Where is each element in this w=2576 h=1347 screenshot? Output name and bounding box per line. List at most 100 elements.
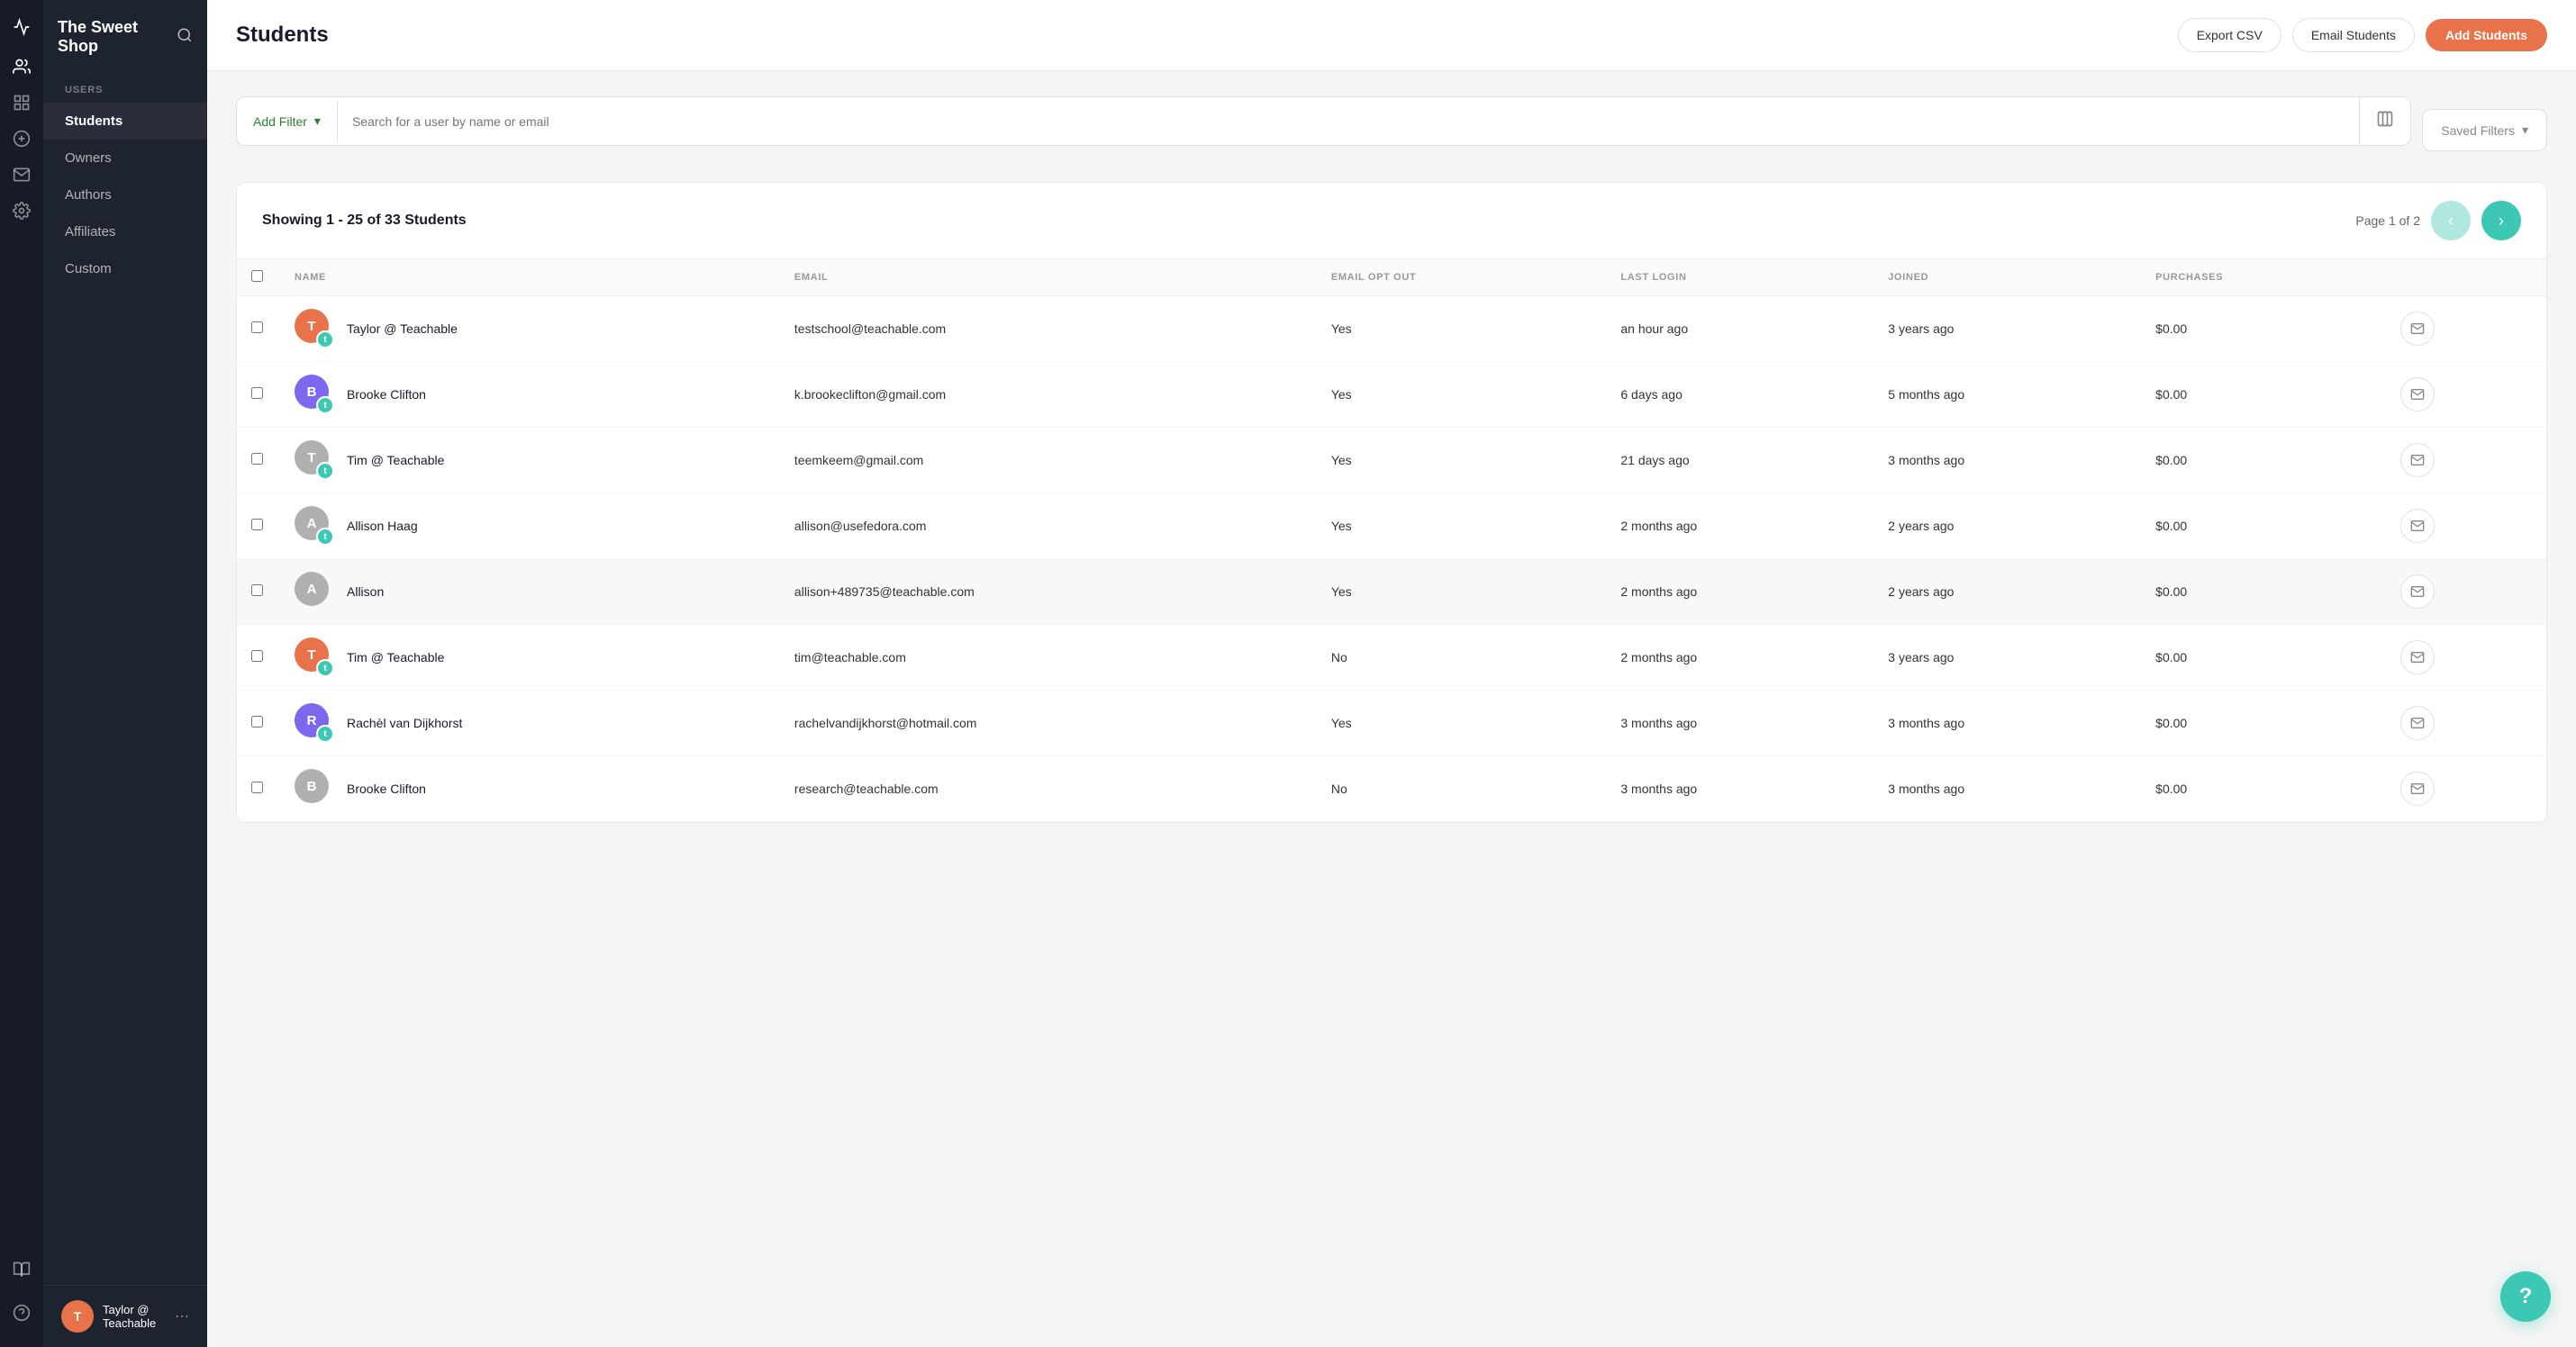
main-body: Add Filter ▾ Saved Filters ▾ Showing 1 -… [207,71,2576,1347]
students-table-container: Showing 1 - 25 of 33 Students Page 1 of … [236,182,2547,823]
saved-filters-button[interactable]: Saved Filters ▾ [2422,109,2547,151]
email-user-button[interactable] [2400,574,2435,609]
search-input[interactable] [352,114,2345,129]
email-user-button[interactable] [2400,509,2435,543]
user-name[interactable]: Brooke Clifton [347,387,426,402]
search-area [338,114,2359,129]
email-cell: testschool@teachable.com [780,296,1317,362]
avatar-image: B [295,769,329,803]
sidebar-icon-settings[interactable] [5,194,38,227]
sidebar-item-owners[interactable]: Owners [43,140,207,176]
avatar: Tt [295,637,334,677]
purchases-cell: $0.00 [2141,756,2386,822]
row-checkbox-cell [237,559,280,625]
user-name[interactable]: Tim @ Teachable [347,650,444,664]
students-table: NAME EMAIL EMAIL OPT OUT LAST LOGIN JOIN… [237,258,2546,822]
row-checkbox[interactable] [251,453,263,465]
sidebar-item-affiliates[interactable]: Affiliates [43,213,207,250]
help-button[interactable]: ? [2500,1271,2551,1322]
row-checkbox[interactable] [251,387,263,399]
name-cell: Tt Tim @ Teachable [280,625,780,691]
joined-cell: 2 years ago [1873,493,2141,559]
email-user-button[interactable] [2400,312,2435,346]
add-students-button[interactable]: Add Students [2426,19,2547,51]
joined-cell: 3 years ago [1873,296,2141,362]
avatar: Rt [295,703,334,743]
email-opt-out-cell: Yes [1317,691,1607,756]
col-name: NAME [280,259,780,296]
actions-cell [2386,296,2546,362]
user-name[interactable]: Allison Haag [347,519,418,533]
row-checkbox[interactable] [251,519,263,530]
sidebar-item-students[interactable]: Students [43,103,207,140]
pagination: Page 1 of 2 ‹ › [2355,201,2521,240]
sidebar-item-custom[interactable]: Custom [43,250,207,287]
row-checkbox-cell [237,756,280,822]
purchases-cell: $0.00 [2141,362,2386,428]
avatar-badge: t [316,330,334,348]
sidebar-icon-users[interactable] [5,50,38,83]
prev-page-button[interactable]: ‹ [2431,201,2471,240]
search-icon[interactable] [177,27,193,48]
export-csv-button[interactable]: Export CSV [2178,18,2281,52]
select-all-header [237,259,280,296]
last-login-cell: 3 months ago [1606,756,1873,822]
next-page-button[interactable]: › [2481,201,2521,240]
row-checkbox[interactable] [251,716,263,728]
email-user-button[interactable] [2400,377,2435,411]
columns-toggle-button[interactable] [2359,97,2410,145]
row-checkbox[interactable] [251,321,263,333]
chevron-down-icon: ▾ [314,113,321,129]
sidebar-right-panel: The Sweet Shop USERS Students Owners Aut… [43,0,207,1347]
add-filter-button[interactable]: Add Filter ▾ [237,101,338,141]
col-joined: JOINED [1873,259,2141,296]
sidebar-icon-help[interactable] [5,1297,38,1329]
user-name[interactable]: Brooke Clifton [347,782,426,796]
sidebar-item-authors[interactable]: Authors [43,176,207,213]
user-name[interactable]: Tim @ Teachable [347,453,444,467]
sidebar-icon-dashboard[interactable] [5,86,38,119]
email-user-button[interactable] [2400,640,2435,674]
name-cell: TtTaylor @ Teachable [280,296,780,362]
avatar: B [295,769,334,809]
col-email-opt-out: EMAIL OPT OUT [1317,259,1607,296]
email-user-button[interactable] [2400,772,2435,806]
email-cell: research@teachable.com [780,756,1317,822]
actions-cell [2386,559,2546,625]
avatar-badge: t [316,725,334,743]
header-actions: Export CSV Email Students Add Students [2178,18,2547,52]
row-checkbox[interactable] [251,650,263,662]
table-row: TtTim @ Teachabletim@teachable.comNo2 mo… [237,625,2546,691]
app-logo: The Sweet Shop [58,18,177,56]
sidebar-more-button[interactable]: ⋯ [175,1307,189,1325]
joined-cell: 2 years ago [1873,559,2141,625]
email-students-button[interactable]: Email Students [2292,18,2415,52]
user-name[interactable]: Allison [347,584,384,599]
sidebar-icon-activity[interactable] [5,11,38,43]
main-header: Students Export CSV Email Students Add S… [207,0,2576,71]
joined-cell: 3 months ago [1873,428,2141,493]
name-cell: AAllison [280,559,780,625]
avatar: At [295,506,334,546]
sidebar-icon-mail[interactable] [5,158,38,191]
joined-cell: 3 months ago [1873,756,2141,822]
name-cell: Rt Rachèl van Dijkhorst [280,691,780,756]
email-user-button[interactable] [2400,706,2435,740]
email-cell: tim@teachable.com [780,625,1317,691]
sidebar-icon-billing[interactable] [5,122,38,155]
last-login-cell: 2 months ago [1606,493,1873,559]
last-login-cell: an hour ago [1606,296,1873,362]
sidebar-icon-strip [0,0,43,1347]
user-name[interactable]: Rachèl van Dijkhorst [347,716,462,730]
email-user-button[interactable] [2400,443,2435,477]
select-all-checkbox[interactable] [251,270,263,282]
actions-cell [2386,625,2546,691]
row-checkbox[interactable] [251,782,263,793]
purchases-cell: $0.00 [2141,625,2386,691]
row-checkbox[interactable] [251,584,263,596]
col-purchases: PURCHASES [2141,259,2386,296]
showing-text: Showing 1 - 25 of 33 Students [262,212,467,229]
user-name[interactable]: Taylor @ Teachable [347,321,458,336]
chevron-down-icon-saved: ▾ [2522,122,2528,138]
sidebar-icon-library[interactable] [5,1253,38,1286]
